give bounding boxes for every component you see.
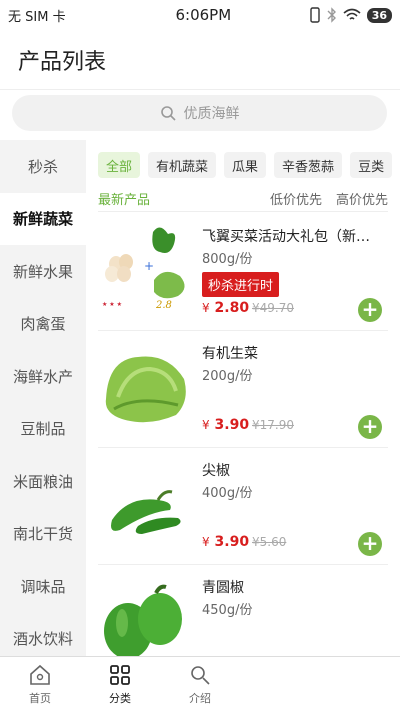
search-icon <box>160 106 176 121</box>
chip-spices[interactable]: 辛香葱蒜 <box>274 152 343 178</box>
tab-label: 分类 <box>109 691 131 705</box>
clock: 6:06PM <box>175 6 232 24</box>
product-price: ¥ 2.80 <box>202 300 249 316</box>
lettuce-image <box>105 356 186 423</box>
add-to-cart-button[interactable]: + <box>358 298 382 322</box>
sidebar-item-drinks[interactable]: 酒水饮料 <box>0 613 86 657</box>
add-to-cart-button[interactable]: + <box>358 415 382 439</box>
sidebar-item-vegetables[interactable]: 新鲜蔬菜 <box>0 192 86 245</box>
battery-icon: 36 <box>366 7 392 23</box>
product-spec: 400g/份 <box>202 486 253 501</box>
sidebar-item-label: 米面粮油 <box>12 472 73 491</box>
sidebar-item-label: 酒水饮料 <box>12 630 73 649</box>
product-panel: 全部 有机蔬菜 瓜果 辛香葱蒜 豆类 最新产品 低价优先 高价优先 + ★ ★ … <box>86 140 400 656</box>
original-price: ¥17.90 <box>252 418 294 432</box>
sort-high-price[interactable]: 高价优先 <box>336 189 388 208</box>
product-spec: 200g/份 <box>202 369 253 384</box>
chip-all[interactable]: 全部 <box>98 152 141 178</box>
product-list: + ★ ★ ★ 2.8 飞翼买菜活动大礼包（新… 800g/份 秒杀进行时 ¥ … <box>86 214 400 656</box>
original-price: ¥5.60 <box>252 535 287 549</box>
sidebar-item-label: 新鲜蔬菜 <box>12 210 73 229</box>
tab-intro[interactable]: 介绍 <box>160 657 240 711</box>
product-item[interactable]: 尖椒 400g/份 ¥ 3.90 ¥5.60 + <box>98 448 388 565</box>
original-price: ¥49.70 <box>252 301 294 315</box>
sidebar-item-grain-oil[interactable]: 米面粮油 <box>0 455 86 508</box>
product-name: 有机生菜 <box>202 346 258 362</box>
sidebar-item-meat-eggs[interactable]: 肉禽蛋 <box>0 298 86 351</box>
page-header: 产品列表 <box>0 30 400 90</box>
chip-organic[interactable]: 有机蔬菜 <box>148 152 217 178</box>
sidebar-item-label: 调味品 <box>20 577 66 596</box>
subcategory-chips: 全部 有机蔬菜 瓜果 辛香葱蒜 豆类 <box>98 152 393 178</box>
wifi-icon <box>343 8 361 20</box>
search-input[interactable]: 优质海鲜 <box>12 95 387 131</box>
search-icon <box>191 665 210 685</box>
carrier-label: 无 SIM 卡 <box>8 9 66 25</box>
product-name: 尖椒 <box>202 463 230 479</box>
svg-text:★ ★ ★: ★ ★ ★ <box>102 301 122 308</box>
sidebar-item-dry-goods[interactable]: 南北干货 <box>0 508 86 561</box>
product-price: ¥ 3.90 <box>202 417 249 433</box>
currency-symbol: ¥ <box>202 535 210 549</box>
status-bar: 无 SIM 卡 6:06PM 36 <box>0 0 400 30</box>
sidebar-item-label: 豆制品 <box>20 420 66 439</box>
sidebar-item-fruits[interactable]: 新鲜水果 <box>0 245 86 298</box>
bell-pepper-image <box>104 584 182 656</box>
product-price: ¥ 3.90 <box>202 534 249 550</box>
product-spec: 800g/份 <box>202 252 253 267</box>
sort-low-price[interactable]: 低价优先 <box>270 189 322 208</box>
category-icon <box>110 664 130 685</box>
add-to-cart-button[interactable]: + <box>358 532 382 556</box>
price-value: 2.80 <box>214 300 250 316</box>
seckill-badge: 秒杀进行时 <box>202 272 280 297</box>
currency-symbol: ¥ <box>202 301 210 315</box>
price-value: 3.90 <box>214 534 250 550</box>
tab-label: 介绍 <box>189 691 211 705</box>
svg-text:+: + <box>144 259 154 273</box>
chip-beans[interactable]: 豆类 <box>350 152 393 178</box>
home-icon <box>30 664 50 685</box>
sidebar-item-label: 秒杀 <box>27 157 58 176</box>
currency-symbol: ¥ <box>202 418 210 432</box>
tab-category[interactable]: 分类 <box>80 657 160 711</box>
search-bar: 优质海鲜 <box>0 90 400 140</box>
chip-melons[interactable]: 瓜果 <box>224 152 267 178</box>
tab-label: 首页 <box>29 691 51 705</box>
chili-pepper-image <box>111 490 181 534</box>
sidebar-item-seasoning[interactable]: 调味品 <box>0 560 86 613</box>
product-name: 青圆椒 <box>202 580 244 596</box>
category-sidebar: 秒杀 新鲜蔬菜 新鲜水果 肉禽蛋 海鲜水产 豆制品 米面粮油 南北干货 调味品 … <box>0 140 86 656</box>
product-item[interactable]: 青圆椒 450g/份 <box>98 565 388 656</box>
product-item[interactable]: + ★ ★ ★ 2.8 飞翼买菜活动大礼包（新… 800g/份 秒杀进行时 ¥ … <box>98 214 388 331</box>
sort-newest[interactable]: 最新产品 <box>98 189 270 208</box>
sort-bar: 最新产品 低价优先 高价优先 <box>98 186 388 212</box>
bluetooth-icon <box>327 7 336 23</box>
price-value: 3.90 <box>214 417 250 433</box>
sidebar-item-label: 海鲜水产 <box>12 367 73 386</box>
tab-home[interactable]: 首页 <box>0 657 80 711</box>
sidebar-item-label: 南北干货 <box>12 525 73 544</box>
product-spec: 450g/份 <box>202 603 253 618</box>
sidebar-item-label: 肉禽蛋 <box>20 315 66 334</box>
status-icons: 36 <box>309 7 392 23</box>
product-name: 飞翼买菜活动大礼包（新… <box>202 229 370 245</box>
page-title: 产品列表 <box>18 49 107 75</box>
sidebar-item-tofu[interactable]: 豆制品 <box>0 403 86 456</box>
sidebar-item-label: 新鲜水果 <box>12 262 73 281</box>
sidebar-item-seafood[interactable]: 海鲜水产 <box>0 350 86 403</box>
sidebar-item-seckill[interactable]: 秒杀 <box>0 140 86 193</box>
product-item[interactable]: 有机生菜 200g/份 ¥ 3.90 ¥17.90 + <box>98 331 388 448</box>
bottom-tab-bar: 首页 分类 介绍 <box>0 656 400 711</box>
vibrate-icon <box>309 7 320 23</box>
svg-text:2.8: 2.8 <box>155 300 172 311</box>
gift-pack-image: + ★ ★ ★ 2.8 <box>102 227 185 311</box>
search-placeholder: 优质海鲜 <box>183 106 240 122</box>
